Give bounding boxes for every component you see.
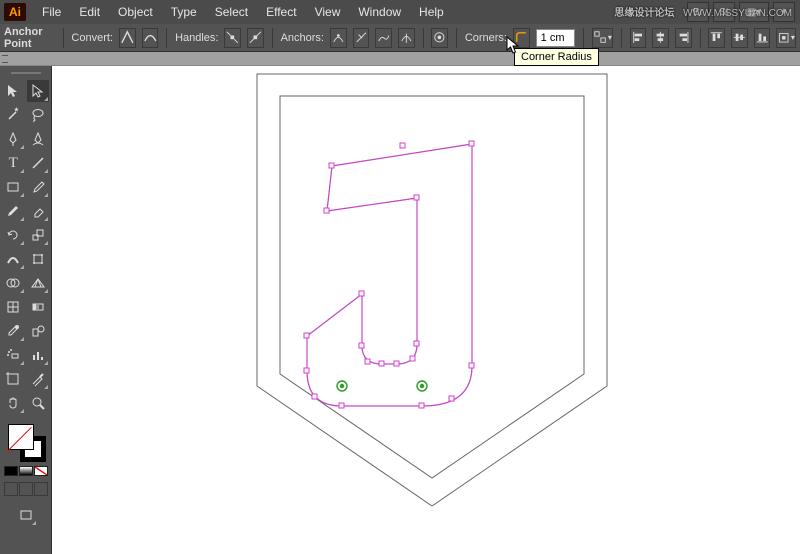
rotate-tool[interactable] — [2, 224, 25, 246]
anchor-remove-button[interactable] — [330, 28, 347, 48]
zoom-tool[interactable] — [27, 392, 50, 414]
align-to-button[interactable]: ▾ — [592, 28, 613, 48]
main-area: T — [0, 66, 800, 554]
convert-label: Convert: — [71, 32, 113, 44]
app-badge: Ai — [4, 3, 26, 21]
app-window: Ai File Edit Object Type Select Effect V… — [0, 0, 800, 554]
menu-help[interactable]: Help — [411, 2, 452, 22]
handles-show-button[interactable] — [224, 28, 241, 48]
fill-stroke-swatch[interactable] — [6, 422, 46, 462]
eraser-tool[interactable] — [27, 200, 50, 222]
shape-builder-tool[interactable] — [2, 272, 25, 294]
color-mode-solid[interactable] — [4, 466, 18, 476]
corner-widget-button[interactable] — [513, 28, 530, 48]
draw-modes — [4, 482, 48, 496]
hand-tool[interactable] — [2, 392, 25, 414]
selection-tool[interactable] — [2, 80, 25, 102]
corners-label: Corners: — [465, 32, 507, 44]
draw-behind[interactable] — [19, 482, 33, 496]
anchor-connect-button[interactable] — [375, 28, 392, 48]
menu-view[interactable]: View — [307, 2, 349, 22]
direct-selection-tool[interactable] — [27, 80, 50, 102]
gpu-icon[interactable]: ✦ — [773, 2, 795, 22]
handles-label: Handles: — [175, 32, 218, 44]
convert-corner-button[interactable] — [119, 28, 136, 48]
draw-normal[interactable] — [4, 482, 18, 496]
control-mode-label: Anchor Point — [4, 26, 55, 50]
tools-grip-icon[interactable] — [2, 70, 49, 76]
anchor-add-button[interactable] — [353, 28, 370, 48]
perspective-grid-tool[interactable] — [27, 272, 50, 294]
corner-radius-tooltip: Corner Radius — [514, 48, 599, 66]
corner-radius-input[interactable]: 1 cm — [536, 29, 575, 47]
handles-hide-button[interactable] — [247, 28, 264, 48]
align-top-button[interactable] — [708, 28, 725, 48]
artwork — [52, 66, 800, 554]
menu-window[interactable]: Window — [350, 2, 409, 22]
tab-grip-icon — [0, 54, 10, 64]
canvas[interactable] — [52, 66, 800, 554]
pen-tool[interactable] — [2, 128, 25, 150]
menu-effect[interactable]: Effect — [258, 2, 304, 22]
line-segment-tool[interactable] — [27, 152, 50, 174]
screen-mode-button[interactable] — [14, 504, 37, 526]
convert-smooth-button[interactable] — [142, 28, 159, 48]
bridge-button[interactable]: Br — [687, 2, 709, 22]
color-mode-none[interactable] — [34, 466, 48, 476]
paintbrush-tool[interactable] — [27, 176, 50, 198]
artboard-tool[interactable] — [2, 368, 25, 390]
align-right-button[interactable] — [675, 28, 692, 48]
column-graph-tool[interactable] — [27, 344, 50, 366]
curvature-tool[interactable] — [27, 128, 50, 150]
type-tool[interactable]: T — [2, 152, 25, 174]
transform-panel-button[interactable]: ▾ — [776, 28, 796, 48]
isolate-button[interactable] — [431, 28, 448, 48]
document-tab-strip[interactable] — [0, 52, 800, 66]
blend-tool[interactable] — [27, 320, 50, 342]
align-vcenter-button[interactable] — [731, 28, 748, 48]
menu-object[interactable]: Object — [110, 2, 161, 22]
menu-type[interactable]: Type — [163, 2, 205, 22]
menu-bar: Ai File Edit Object Type Select Effect V… — [0, 0, 800, 24]
align-left-button[interactable] — [630, 28, 647, 48]
fill-stroke-block — [2, 422, 49, 528]
control-bar: Anchor Point Convert: Handles: Anchors: … — [0, 24, 800, 52]
symbol-sprayer-tool[interactable] — [2, 344, 25, 366]
align-hcenter-button[interactable] — [652, 28, 669, 48]
menu-select[interactable]: Select — [207, 2, 256, 22]
menu-edit[interactable]: Edit — [71, 2, 108, 22]
rectangle-tool[interactable] — [2, 176, 25, 198]
anchors-label: Anchors: — [281, 32, 324, 44]
slice-tool[interactable] — [27, 368, 50, 390]
menu-file[interactable]: File — [34, 2, 69, 22]
fill-swatch[interactable] — [8, 424, 34, 450]
mesh-tool[interactable] — [2, 296, 25, 318]
draw-inside[interactable] — [34, 482, 48, 496]
align-bottom-button[interactable] — [754, 28, 771, 48]
color-mode-row — [4, 466, 48, 476]
gradient-tool[interactable] — [27, 296, 50, 318]
tools-panel: T — [0, 66, 52, 554]
lasso-tool[interactable] — [27, 104, 50, 126]
color-mode-gradient[interactable] — [19, 466, 33, 476]
width-tool[interactable] — [2, 248, 25, 270]
free-transform-tool[interactable] — [27, 248, 50, 270]
eyedropper-tool[interactable] — [2, 320, 25, 342]
anchor-cut-button[interactable] — [398, 28, 415, 48]
stock-button[interactable]: St — [713, 2, 735, 22]
magic-wand-tool[interactable] — [2, 104, 25, 126]
scale-tool[interactable] — [27, 224, 50, 246]
arrange-documents-button[interactable]: ▦▾ — [739, 2, 769, 22]
pencil-tool[interactable] — [2, 200, 25, 222]
